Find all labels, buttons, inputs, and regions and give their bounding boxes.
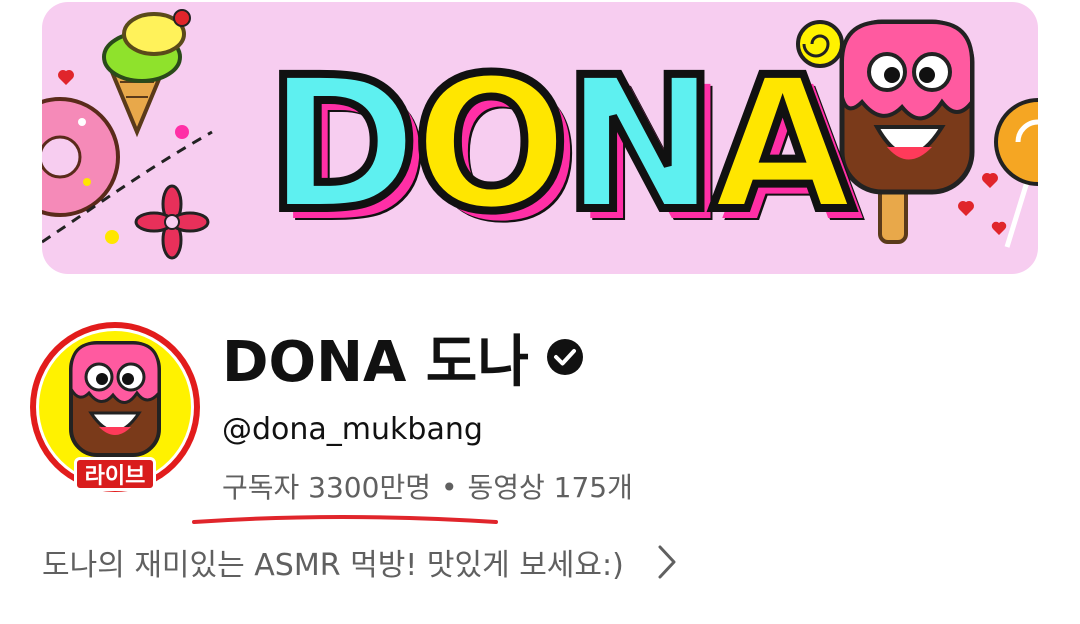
subscriber-count: 구독자 3300만명 [222, 471, 431, 504]
verified-check-icon [546, 339, 583, 375]
live-badge[interactable]: 라이브 [74, 457, 156, 491]
channel-handle: @dona_mukbang [222, 412, 483, 447]
channel-name: DONA 도나 [222, 329, 529, 395]
banner-artwork [42, 9, 1038, 260]
popsicle-character-icon [839, 19, 975, 244]
video-count: 동영상 175개 [467, 471, 633, 504]
channel-description: 도나의 재미있는 ASMR 먹방! 맛있게 보세요:) [42, 548, 624, 583]
channel-description-link[interactable]: 도나의 재미있는 ASMR 먹방! 맛있게 보세요:) [42, 534, 802, 590]
ice-cream-icon [102, 9, 191, 138]
flower-icon [134, 184, 210, 260]
channel-banner: DONA DONA [42, 2, 1038, 274]
chevron-right-icon [658, 545, 676, 579]
stats-separator: • [440, 471, 458, 504]
red-underline-annotation [192, 515, 498, 524]
channel-stats: 구독자 3300만명 • 동영상 175개 [222, 466, 633, 506]
swirl-icon [796, 20, 844, 68]
channel-title: DONA 도나 [222, 322, 585, 395]
